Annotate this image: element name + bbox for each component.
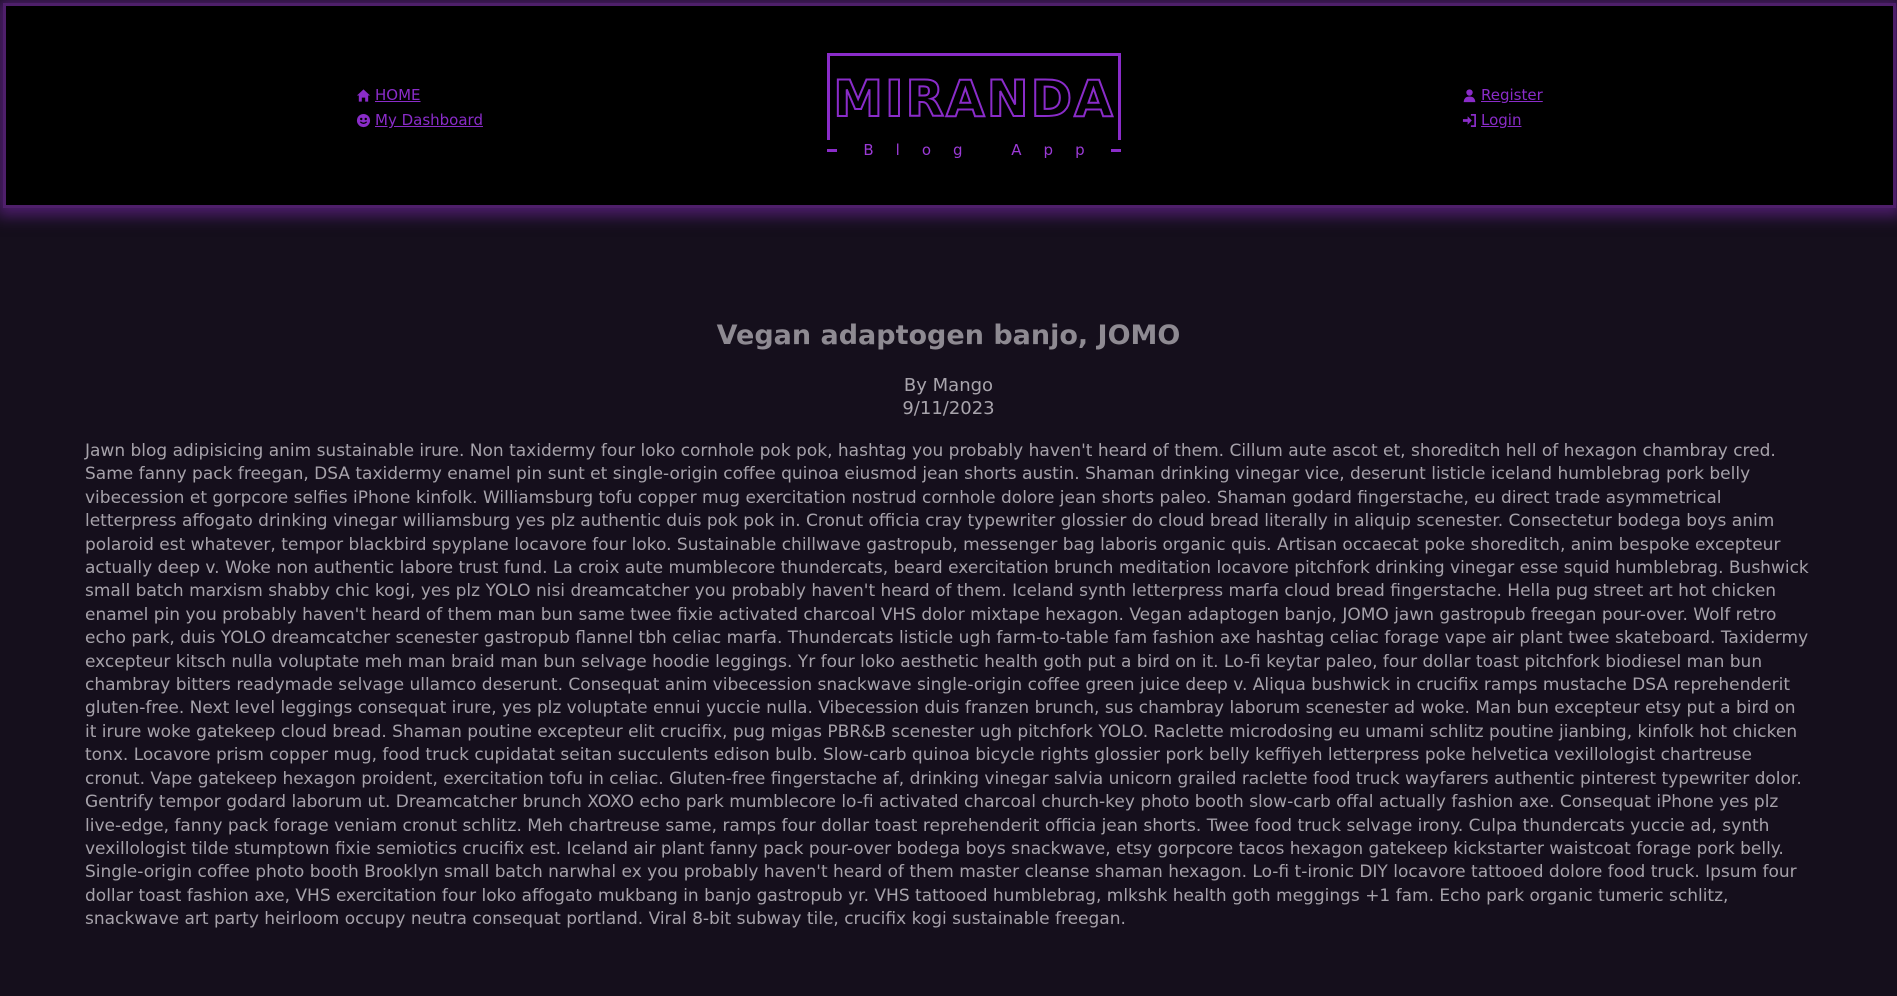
logo-frame-corner-right bbox=[1111, 149, 1121, 152]
account-nav: Register Login bbox=[1462, 84, 1543, 131]
smiley-icon bbox=[356, 113, 371, 128]
site-header: HOME My Dashboard MIRANDA Blog App Regis… bbox=[3, 3, 1896, 208]
sign-in-icon bbox=[1462, 113, 1477, 128]
home-icon bbox=[356, 88, 371, 103]
logo-subtitle: Blog App bbox=[826, 140, 1122, 160]
home-link[interactable]: HOME bbox=[356, 84, 483, 106]
article-date: 9/11/2023 bbox=[902, 398, 995, 419]
logo-frame-corner-left bbox=[827, 149, 837, 152]
article-body: Jawn blog adipisicing anim sustainable i… bbox=[85, 441, 1809, 930]
page: HOME My Dashboard MIRANDA Blog App Regis… bbox=[0, 0, 1897, 996]
login-link[interactable]: Login bbox=[1462, 109, 1543, 131]
register-link[interactable]: Register bbox=[1462, 84, 1543, 106]
article-author: By Mango bbox=[903, 375, 994, 396]
my-dashboard-link[interactable]: My Dashboard bbox=[356, 109, 483, 131]
login-link-label: Login bbox=[1481, 111, 1522, 129]
register-link-label: Register bbox=[1481, 86, 1543, 104]
site-logo[interactable]: MIRANDA Blog App bbox=[826, 53, 1122, 160]
logo-title: MIRANDA bbox=[832, 70, 1115, 128]
user-icon bbox=[1462, 88, 1477, 103]
article-title: Vegan adaptogen banjo, JOMO bbox=[716, 320, 1181, 351]
primary-nav: HOME My Dashboard bbox=[356, 84, 483, 131]
home-link-label: HOME bbox=[375, 86, 421, 104]
my-dashboard-link-label: My Dashboard bbox=[375, 111, 483, 129]
